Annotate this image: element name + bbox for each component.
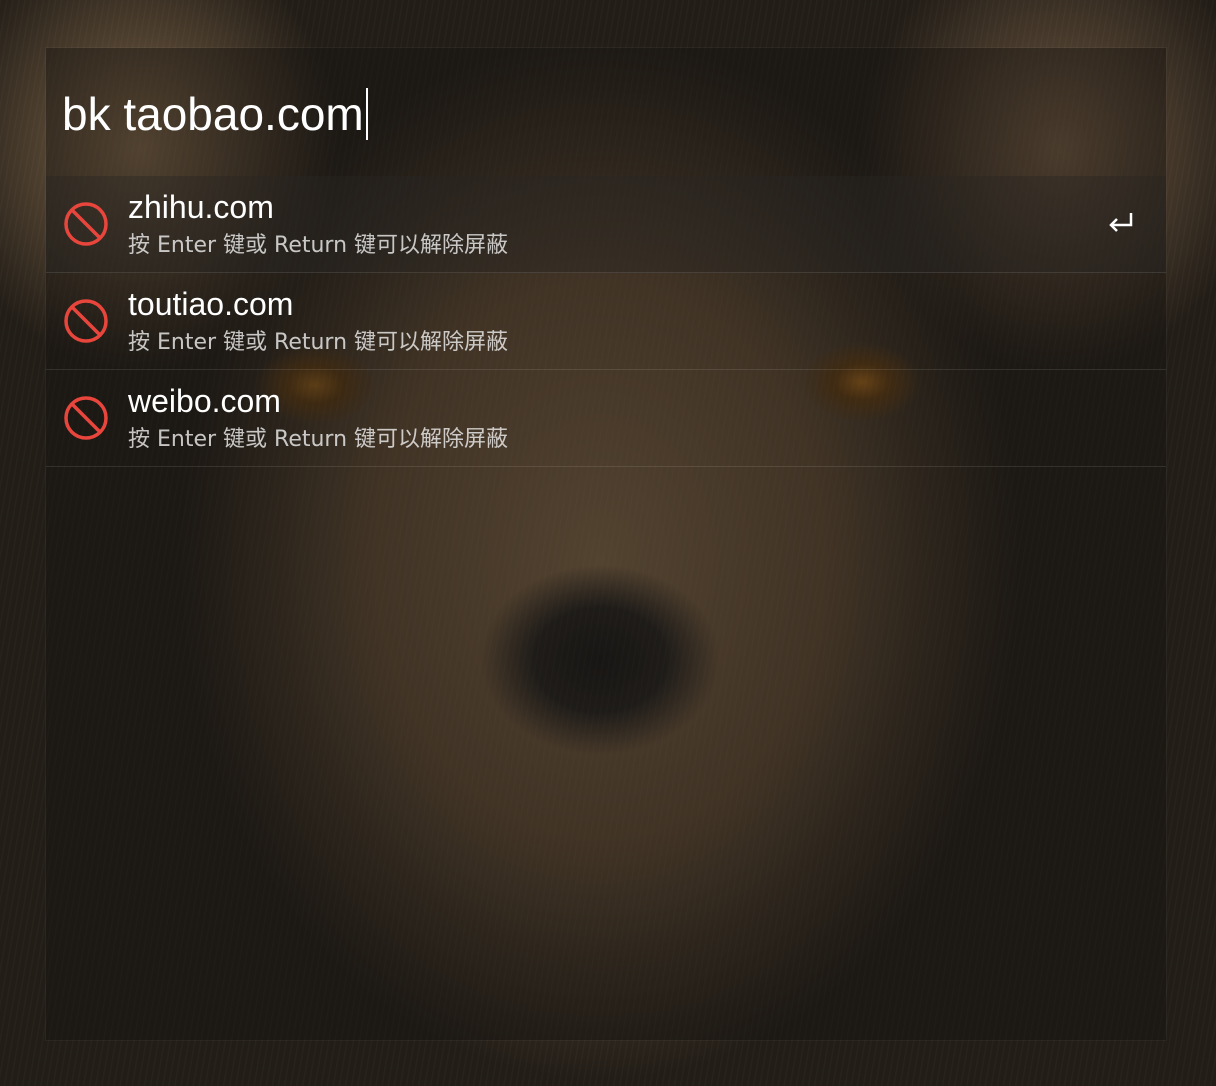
result-hint: 按 Enter 键或 Return 键可以解除屏蔽 <box>128 233 509 258</box>
launcher-panel: bk taobao.com zhihu.com 按 Enter 键或 Retur… <box>46 48 1166 1040</box>
search-bar[interactable]: bk taobao.com <box>46 48 1166 176</box>
result-hint: 按 Enter 键或 Return 键可以解除屏蔽 <box>128 427 509 452</box>
results-list: zhihu.com 按 Enter 键或 Return 键可以解除屏蔽 tout… <box>46 176 1166 467</box>
result-item-zhihu[interactable]: zhihu.com 按 Enter 键或 Return 键可以解除屏蔽 <box>46 176 1166 273</box>
result-title: weibo.com <box>128 383 281 419</box>
search-input[interactable]: bk taobao.com <box>62 86 368 142</box>
block-icon <box>64 202 108 246</box>
block-icon <box>64 299 108 343</box>
search-input-text[interactable]: bk taobao.com <box>62 88 364 140</box>
result-title: zhihu.com <box>128 189 274 225</box>
block-icon <box>64 396 108 440</box>
result-item-toutiao[interactable]: toutiao.com 按 Enter 键或 Return 键可以解除屏蔽 <box>46 273 1166 370</box>
result-title: toutiao.com <box>128 286 294 322</box>
return-key-icon <box>1109 213 1133 232</box>
text-cursor <box>365 88 368 140</box>
result-item-weibo[interactable]: weibo.com 按 Enter 键或 Return 键可以解除屏蔽 <box>46 370 1166 467</box>
result-hint: 按 Enter 键或 Return 键可以解除屏蔽 <box>128 330 509 355</box>
